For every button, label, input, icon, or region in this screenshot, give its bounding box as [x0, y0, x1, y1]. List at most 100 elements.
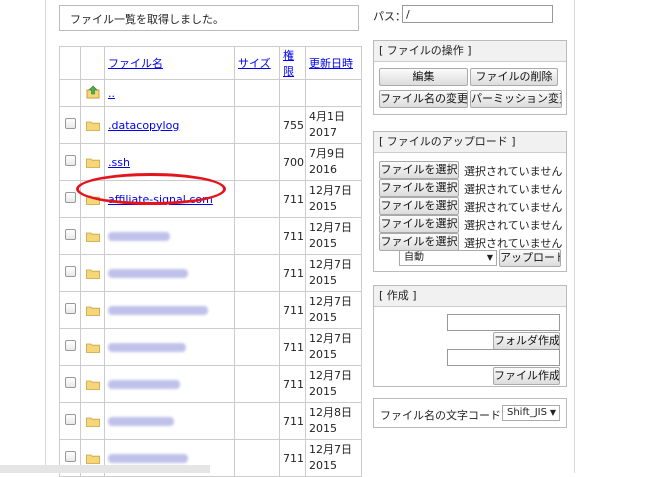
file-table: ファイル名 サイズ 権限 更新日時 .. .datacopylog 755 4月…	[59, 46, 362, 477]
date-cell: 7月9日 2016	[305, 143, 362, 181]
row-checkbox[interactable]	[64, 377, 76, 388]
rename-file-button[interactable]: ファイル名の変更	[379, 90, 468, 108]
size-cell	[234, 143, 280, 181]
sort-date-link[interactable]: 更新日時	[309, 57, 353, 70]
parent-dir-cell[interactable]: ..	[104, 79, 235, 107]
file-name-link[interactable]: .ssh	[108, 156, 130, 169]
date-line-1: 12月7日	[309, 443, 352, 456]
file-name-cell[interactable]	[104, 291, 235, 329]
table-row[interactable]: .ssh 700 7月9日 2016	[59, 143, 362, 181]
table-row[interactable]: 711 12月7日 2015	[59, 254, 362, 292]
row-checkbox[interactable]	[64, 414, 76, 425]
row-checkbox[interactable]	[64, 155, 76, 166]
date-line-2: 2015	[309, 274, 337, 287]
table-row[interactable]: 711 12月7日 2015	[59, 328, 362, 366]
create-file-button[interactable]: ファイル作成	[493, 367, 560, 385]
edit-button[interactable]: 編集	[379, 68, 468, 86]
row-checkbox[interactable]	[64, 451, 76, 462]
file-name-cell[interactable]	[104, 402, 235, 440]
date-cell: 12月7日 2015	[305, 291, 362, 329]
row-checkbox-cell[interactable]	[59, 254, 81, 292]
size-cell	[234, 402, 280, 440]
row-checkbox[interactable]	[64, 118, 76, 129]
row-checkbox[interactable]	[64, 192, 76, 203]
row-checkbox-cell[interactable]	[59, 402, 81, 440]
table-row[interactable]: .datacopylog 755 4月1日 2017	[59, 106, 362, 144]
file-manager-page: ファイル一覧を取得しました。 パス： ファイル名 サイズ 権限 更新日時	[0, 0, 650, 477]
parent-dir-link[interactable]: ..	[108, 87, 115, 100]
date-cell: 12月8日 2015	[305, 402, 362, 440]
date-cell: 12月7日 2015	[305, 439, 362, 477]
table-row[interactable]: 711 12月7日 2015	[59, 365, 362, 403]
row-checkbox-cell[interactable]	[59, 365, 81, 403]
date-cell: 12月7日 2015	[305, 217, 362, 255]
no-file-selected-label: 選択されていません	[464, 219, 563, 232]
redacted-file-name	[108, 306, 208, 315]
date-line-2: 2016	[309, 163, 337, 176]
delete-file-button[interactable]: ファイルの削除	[470, 68, 558, 86]
size-cell	[234, 365, 280, 403]
file-name-cell[interactable]	[104, 217, 235, 255]
encoding-select[interactable]: Shift_JIS ▼	[502, 405, 560, 421]
perm-cell: 711	[279, 402, 306, 440]
upload-mode-select[interactable]: 自動 ▼	[399, 250, 497, 266]
date-line-1: 12月7日	[309, 221, 352, 234]
new-file-name-input[interactable]	[447, 349, 560, 366]
header-date[interactable]: 更新日時	[305, 46, 362, 80]
upload-title: [ ファイルのアップロード ]	[374, 132, 566, 153]
row-checkbox[interactable]	[64, 340, 76, 351]
permission-value: 711	[283, 303, 304, 317]
no-file-selected-label: 選択されていません	[464, 165, 563, 178]
row-checkbox-cell[interactable]	[59, 106, 81, 144]
new-folder-name-input[interactable]	[447, 314, 560, 331]
table-row[interactable]: 711 12月8日 2015	[59, 402, 362, 440]
choose-file-button[interactable]: ファイルを選択	[379, 197, 459, 215]
sort-size-link[interactable]: サイズ	[238, 57, 271, 70]
row-checkbox-cell[interactable]	[59, 291, 81, 329]
sort-perm-link[interactable]: 権限	[283, 49, 294, 78]
left-border	[45, 0, 46, 473]
row-checkbox-cell[interactable]	[59, 328, 81, 366]
row-checkbox[interactable]	[64, 266, 76, 277]
choose-file-button[interactable]: ファイルを選択	[379, 233, 459, 251]
choose-file-button[interactable]: ファイルを選択	[379, 161, 459, 179]
size-cell	[234, 328, 280, 366]
row-checkbox-cell	[59, 79, 81, 107]
choose-file-button[interactable]: ファイルを選択	[379, 215, 459, 233]
choose-file-button[interactable]: ファイルを選択	[379, 179, 459, 197]
upload-button[interactable]: アップロード	[499, 249, 561, 267]
redacted-file-name	[108, 417, 174, 426]
create-title: [ 作成 ]	[374, 286, 566, 307]
create-folder-button[interactable]: フォルダ作成	[493, 332, 560, 350]
file-name-link[interactable]: .datacopylog	[108, 119, 179, 132]
date-line-2: 2015	[309, 311, 337, 324]
size-cell	[234, 106, 280, 144]
header-size[interactable]: サイズ	[234, 46, 280, 80]
redacted-file-name	[108, 454, 188, 463]
perm-cell	[279, 79, 306, 107]
row-checkbox[interactable]	[64, 303, 76, 314]
perm-cell: 700	[279, 143, 306, 181]
sort-name-link[interactable]: ファイル名	[108, 57, 163, 70]
change-permission-button[interactable]: パーミッション変更	[470, 90, 562, 108]
row-checkbox-cell[interactable]	[59, 217, 81, 255]
row-checkbox[interactable]	[64, 229, 76, 240]
highlight-ellipse	[76, 173, 226, 205]
header-icon	[80, 46, 105, 80]
permission-value: 700	[283, 155, 304, 169]
header-perm[interactable]: 権限	[279, 46, 306, 80]
row-checkbox-cell[interactable]	[59, 143, 81, 181]
parent-dir-row[interactable]: ..	[59, 79, 362, 107]
up-folder-icon[interactable]	[80, 79, 105, 107]
path-input[interactable]	[402, 5, 553, 23]
file-name-cell[interactable]: .datacopylog	[104, 106, 235, 144]
horizontal-scrollbar[interactable]	[0, 465, 210, 473]
date-line-2: 2015	[309, 348, 337, 361]
table-row[interactable]: 711 12月7日 2015	[59, 291, 362, 329]
date-cell	[305, 79, 362, 107]
file-name-cell[interactable]	[104, 328, 235, 366]
header-name[interactable]: ファイル名	[104, 46, 235, 80]
file-name-cell[interactable]	[104, 254, 235, 292]
file-name-cell[interactable]	[104, 365, 235, 403]
table-row[interactable]: 711 12月7日 2015	[59, 217, 362, 255]
